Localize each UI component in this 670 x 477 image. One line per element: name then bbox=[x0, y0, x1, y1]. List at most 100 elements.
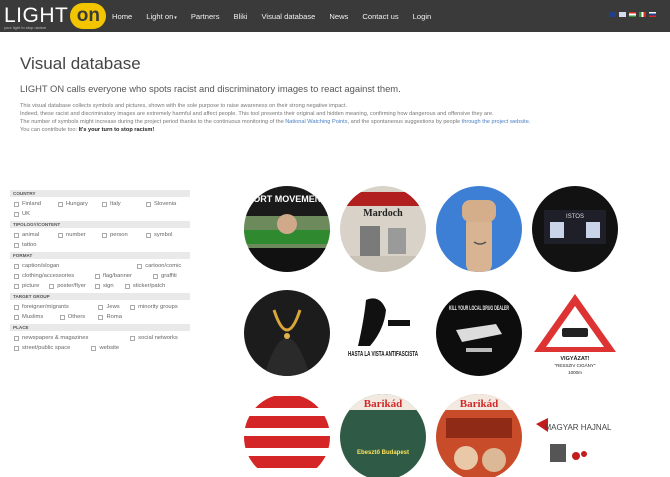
option-label: street/public space bbox=[22, 345, 71, 351]
filter-option[interactable]: number bbox=[58, 230, 102, 240]
gallery-item-magyar-hajnal[interactable]: MAGYAR HAJNAL bbox=[532, 394, 618, 477]
gallery-item-barikad-2[interactable]: Barikád bbox=[436, 394, 522, 477]
checkbox[interactable] bbox=[137, 263, 143, 269]
nav-bliki[interactable]: Bliki bbox=[234, 12, 248, 21]
filter-option[interactable]: cartoon/comic bbox=[137, 261, 190, 271]
flag-fi-icon[interactable] bbox=[619, 12, 626, 17]
checkbox[interactable] bbox=[146, 232, 151, 238]
checkbox[interactable] bbox=[49, 283, 55, 289]
option-label: foreigner/migrants bbox=[22, 304, 69, 310]
gallery-item-warning-sign[interactable]: VIGYÁZAT! "RESSZIV CIGÁNY" 1000m bbox=[532, 290, 618, 376]
checkbox[interactable] bbox=[14, 211, 19, 217]
filter-option[interactable]: newspapers & magazines bbox=[14, 333, 130, 343]
checkbox[interactable] bbox=[130, 335, 136, 341]
filter-group-place: newspapers & magazines social networks s… bbox=[10, 331, 190, 353]
thumb-text: Barikád bbox=[364, 398, 403, 410]
filter-option[interactable]: Others bbox=[59, 312, 99, 322]
option-label: UK bbox=[22, 211, 31, 217]
flag-uk-icon[interactable] bbox=[609, 12, 616, 17]
checkbox[interactable] bbox=[94, 273, 100, 279]
checkbox[interactable] bbox=[124, 283, 130, 289]
checkbox[interactable] bbox=[102, 232, 107, 238]
nav-login[interactable]: Login bbox=[413, 12, 432, 21]
filter-option[interactable]: sign bbox=[94, 281, 125, 291]
checkbox[interactable] bbox=[102, 201, 107, 207]
checkbox[interactable] bbox=[130, 304, 136, 310]
nav-visual-database[interactable]: Visual database bbox=[261, 12, 315, 21]
gallery-item-fist-tattoo[interactable] bbox=[436, 186, 522, 272]
checkbox[interactable] bbox=[153, 273, 159, 279]
flag-si-icon[interactable] bbox=[649, 12, 656, 17]
checkbox[interactable] bbox=[14, 304, 19, 310]
option-label: website bbox=[99, 345, 120, 351]
thumb-text: ISTOS bbox=[566, 214, 584, 220]
national-watching-points-link[interactable]: National Watching Points bbox=[285, 119, 347, 125]
filter-option[interactable]: picture bbox=[14, 281, 49, 291]
gallery-item-hasta-la-vista[interactable]: HASTA LA VISTA ANTIFASCISTA bbox=[340, 290, 426, 376]
filter-option[interactable]: tattoo bbox=[14, 240, 58, 250]
gallery-item-mardoch[interactable]: Mardoch bbox=[340, 186, 426, 272]
logo-tagline: your light to stop racism bbox=[4, 25, 47, 30]
nav-contact-us[interactable]: Contact us bbox=[362, 12, 398, 21]
checkbox[interactable] bbox=[98, 314, 104, 320]
gallery-item-drug-dealer[interactable]: KILL YOUR LOCAL DRUG DEALER bbox=[436, 290, 522, 376]
filter-option[interactable]: street/public space bbox=[14, 343, 91, 353]
checkbox[interactable] bbox=[14, 242, 19, 248]
gallery-item-port-movement[interactable]: PORT MOVEMENT bbox=[244, 186, 330, 272]
filter-option[interactable]: graffiti bbox=[153, 271, 190, 281]
checkbox[interactable] bbox=[14, 232, 19, 238]
filter-option[interactable]: sticker/patch bbox=[124, 281, 190, 291]
filter-option[interactable]: website bbox=[91, 343, 190, 353]
filter-option[interactable]: poster/flyer bbox=[49, 281, 95, 291]
filter-option[interactable]: Roma bbox=[98, 312, 190, 322]
checkbox[interactable] bbox=[91, 345, 97, 351]
filter-option[interactable]: social networks bbox=[130, 333, 190, 343]
filter-heading-typology: Tipology/content bbox=[10, 221, 190, 228]
project-website-link[interactable]: through the project website bbox=[462, 119, 529, 125]
thumbnail-image: KILL YOUR LOCAL DRUG DEALER bbox=[436, 290, 522, 376]
filter-option[interactable]: person bbox=[102, 230, 146, 240]
nav-news[interactable]: News bbox=[329, 12, 348, 21]
gallery-item-arpad-flag[interactable] bbox=[244, 394, 330, 477]
logo-on-badge: on bbox=[70, 3, 107, 29]
filter-option[interactable]: clothing/accessories bbox=[14, 271, 95, 281]
gallery-item-gold-chain[interactable] bbox=[244, 290, 330, 376]
filter-option[interactable]: flag/banner bbox=[94, 271, 153, 281]
filter-option[interactable]: animal bbox=[14, 230, 58, 240]
gallery-item-barikad-1[interactable]: Barikád Ebesztő Budapest bbox=[340, 394, 426, 477]
checkbox[interactable] bbox=[14, 283, 19, 289]
flag-it-icon[interactable] bbox=[639, 12, 646, 17]
checkbox[interactable] bbox=[146, 201, 151, 207]
checkbox[interactable] bbox=[94, 283, 100, 289]
filter-option[interactable]: UK bbox=[14, 209, 58, 219]
filter-option[interactable]: foreigner/migrants bbox=[14, 302, 98, 312]
option-label: graffiti bbox=[161, 273, 177, 279]
checkbox[interactable] bbox=[98, 304, 104, 310]
option-label: social networks bbox=[138, 335, 178, 341]
checkbox[interactable] bbox=[14, 314, 19, 320]
filter-option[interactable]: Jews bbox=[98, 302, 130, 312]
checkbox[interactable] bbox=[14, 273, 19, 279]
filter-option[interactable]: caption/slogan bbox=[14, 261, 137, 271]
nav-home[interactable]: Home bbox=[112, 12, 132, 21]
nav-partners[interactable]: Partners bbox=[191, 12, 220, 21]
checkbox[interactable] bbox=[14, 335, 19, 341]
filter-option[interactable]: Finland bbox=[14, 199, 58, 209]
filter-option[interactable]: Italy bbox=[102, 199, 146, 209]
checkbox[interactable] bbox=[59, 314, 65, 320]
checkbox[interactable] bbox=[14, 201, 19, 207]
thumbnail-image bbox=[244, 290, 330, 376]
checkbox[interactable] bbox=[14, 263, 19, 269]
filter-option[interactable]: Muslims bbox=[14, 312, 60, 322]
filter-panel: Country Finland Hungary Italy Slovenia U… bbox=[10, 188, 190, 353]
filter-option[interactable]: symbol bbox=[146, 230, 190, 240]
filter-option[interactable]: Slovenia bbox=[146, 199, 190, 209]
filter-option[interactable]: Hungary bbox=[58, 199, 102, 209]
nav-light-on[interactable]: Light on▾ bbox=[146, 12, 177, 21]
flag-hu-icon[interactable] bbox=[629, 12, 636, 17]
filter-option[interactable]: minority groups bbox=[130, 302, 190, 312]
checkbox[interactable] bbox=[14, 345, 19, 351]
checkbox[interactable] bbox=[58, 201, 63, 207]
gallery-item-istos-shirt[interactable]: ISTOS bbox=[532, 186, 618, 272]
checkbox[interactable] bbox=[58, 232, 63, 238]
